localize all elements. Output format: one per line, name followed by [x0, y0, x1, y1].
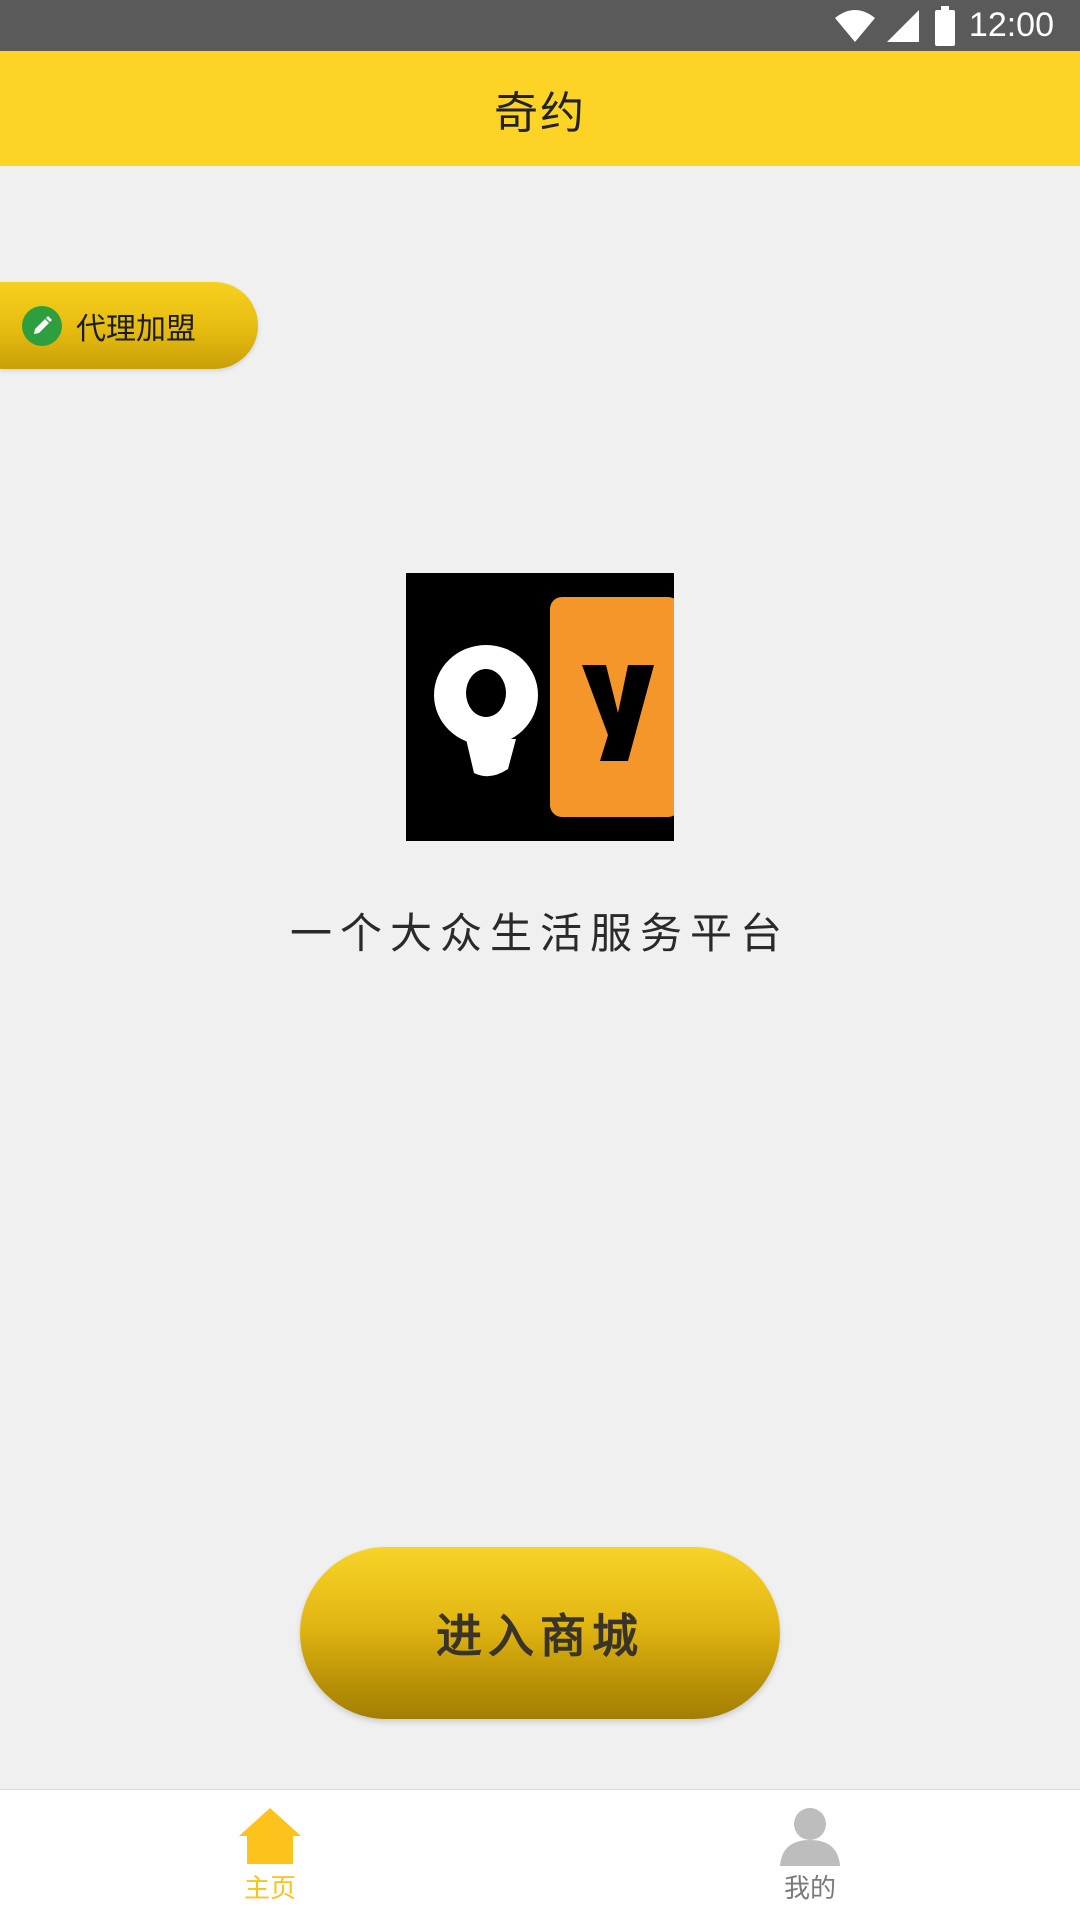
- tab-mine-label: 我的: [783, 1874, 836, 1904]
- bottom-nav: 主页 我的: [0, 1789, 1080, 1921]
- agent-join-button[interactable]: 代理加盟: [0, 282, 258, 369]
- status-time: 12:00: [968, 6, 1054, 44]
- agent-join-label: 代理加盟: [76, 311, 196, 347]
- enter-mall-label: 进入商城: [436, 1609, 644, 1663]
- slogan-text: 一个大众生活服务平台: [289, 909, 790, 958]
- signal-icon: [885, 8, 921, 44]
- person-icon: [777, 1806, 843, 1866]
- battery-icon: [934, 5, 955, 46]
- status-icons: 12:00: [833, 0, 1054, 51]
- wifi-icon: [833, 8, 877, 44]
- enter-mall-button[interactable]: 进入商城: [300, 1547, 780, 1719]
- pencil-icon: [22, 305, 62, 346]
- tab-mine[interactable]: 我的: [540, 1790, 1080, 1921]
- status-bar: 12:00: [0, 0, 1080, 51]
- tab-home[interactable]: 主页: [0, 1790, 540, 1921]
- app-logo: [406, 573, 674, 841]
- tab-home-label: 主页: [243, 1874, 296, 1904]
- home-icon: [237, 1806, 303, 1866]
- page-title: 奇约: [494, 87, 586, 139]
- app-bar: 奇约: [0, 51, 1080, 166]
